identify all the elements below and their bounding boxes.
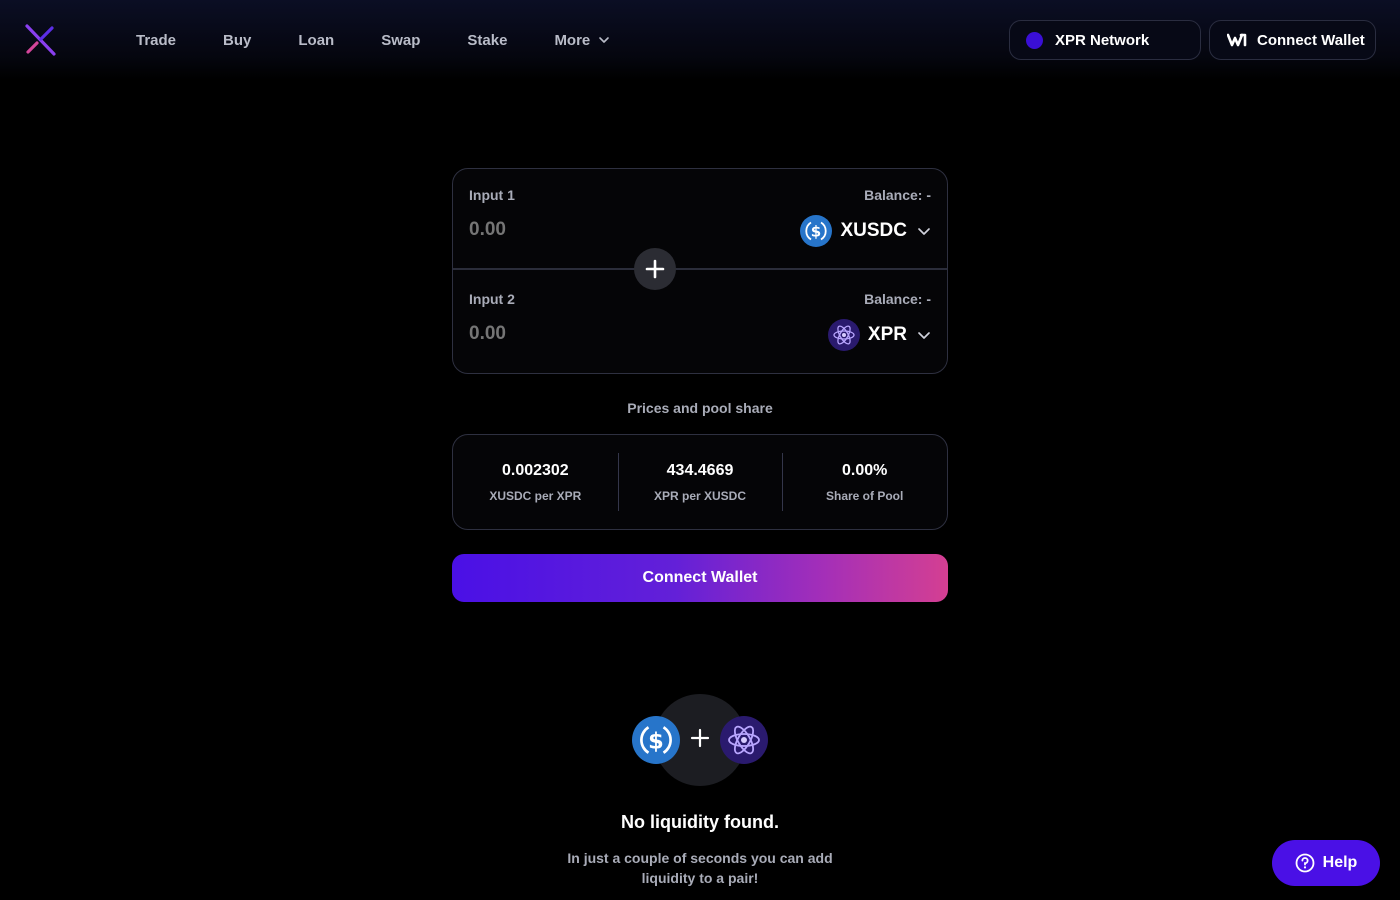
input-divider — [453, 268, 947, 270]
usdc-icon: $ — [800, 215, 833, 247]
input-label: Input 2 — [469, 291, 515, 307]
chevron-down-icon — [918, 332, 930, 339]
nav-label: Swap — [381, 31, 421, 49]
token-symbol: XUSDC — [840, 220, 907, 241]
price-value: 434.4669 — [666, 461, 734, 479]
token-selector-2[interactable]: XPR — [827, 319, 931, 351]
question-icon — [1295, 853, 1315, 873]
nav-label: Buy — [223, 31, 252, 49]
connect-wallet-button[interactable]: Connect Wallet — [452, 554, 948, 602]
amount-input-1[interactable] — [469, 219, 719, 241]
input-balance: Balance: - — [864, 187, 931, 203]
svg-text:$: $ — [648, 728, 664, 754]
token-selector-1[interactable]: $ XUSDC — [800, 215, 931, 247]
svg-text:$: $ — [811, 223, 821, 241]
usdc-icon: $ — [632, 716, 680, 764]
webauth-wallet-icon — [1227, 33, 1247, 47]
nav-label: Loan — [298, 31, 335, 49]
pair-graphic: $ — [630, 694, 770, 786]
nav-item-more[interactable]: More — [554, 32, 610, 49]
price-cell: 434.4669 XPR per XUSDC — [617, 453, 783, 511]
nav-label: Trade — [136, 31, 177, 49]
xpr-icon — [827, 319, 860, 351]
plus-icon — [690, 728, 710, 748]
main-nav: Trade Buy Loan Swap Stake More — [136, 0, 657, 80]
price-label: Share of Pool — [826, 488, 904, 503]
price-cell: 0.00% Share of Pool — [782, 453, 947, 511]
logo-icon[interactable] — [22, 22, 58, 58]
input-label: Input 1 — [469, 187, 515, 203]
prices-title: Prices and pool share — [627, 400, 773, 416]
connect-wallet-label: Connect Wallet — [1257, 31, 1365, 49]
token-symbol: XPR — [867, 324, 907, 345]
help-button[interactable]: Help — [1272, 840, 1380, 886]
connect-wallet-header-button[interactable]: Connect Wallet — [1209, 20, 1376, 60]
input-balance: Balance: - — [864, 291, 931, 307]
chevron-down-icon — [599, 37, 610, 43]
nav-label: More — [554, 31, 591, 49]
price-cell: 0.002302 XUSDC per XPR — [453, 453, 618, 511]
nav-label: Stake — [467, 31, 508, 49]
input-row-2: Input 2 Balance: - XPR — [453, 273, 947, 373]
network-dot-icon — [1026, 31, 1043, 49]
nav-item-loan[interactable]: Loan — [298, 32, 334, 49]
prices-card: 0.002302 XUSDC per XPR 434.4669 XPR per … — [452, 434, 948, 530]
nav-item-buy[interactable]: Buy — [223, 32, 251, 49]
xpr-icon — [720, 716, 768, 764]
price-label: XUSDC per XPR — [489, 488, 582, 503]
price-label: XPR per XUSDC — [653, 488, 747, 503]
chevron-down-icon — [918, 228, 930, 235]
network-selector-button[interactable]: XPR Network — [1009, 20, 1201, 60]
nav-item-stake[interactable]: Stake — [467, 32, 507, 49]
input-row-1: Input 1 Balance: - $ XUSDC — [453, 169, 947, 269]
network-label: XPR Network — [1055, 31, 1150, 49]
top-header: Trade Buy Loan Swap Stake More XPR Netwo… — [0, 0, 1400, 80]
nav-item-trade[interactable]: Trade — [136, 32, 176, 49]
price-value: 0.00% — [841, 461, 888, 479]
plus-icon — [634, 248, 676, 290]
nav-item-swap[interactable]: Swap — [381, 32, 420, 49]
price-value: 0.002302 — [501, 461, 569, 479]
amount-input-2[interactable] — [469, 323, 719, 345]
help-label: Help — [1322, 854, 1358, 871]
empty-state-title: No liquidity found. — [621, 812, 779, 832]
empty-state-subtitle: In just a couple of seconds you can add … — [567, 850, 833, 886]
liquidity-input-card: Input 1 Balance: - $ XUSDC Input 2 Balan… — [452, 168, 948, 374]
